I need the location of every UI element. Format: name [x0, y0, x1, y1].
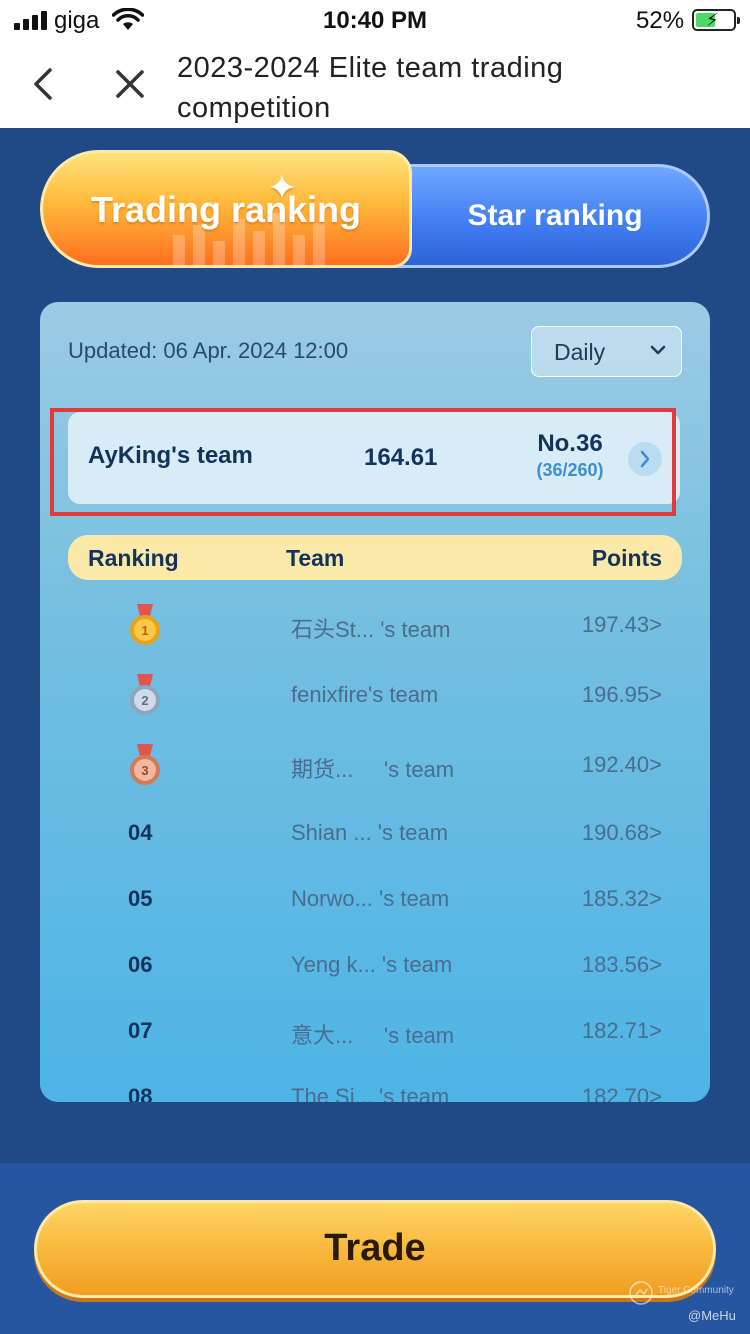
table-row[interactable]: 3 期货... 's team 192.40> — [40, 738, 710, 788]
charging-icon: ⚡ — [706, 10, 719, 30]
gold-medal-icon: 1 — [130, 604, 160, 645]
tab-trading-ranking[interactable]: Trading ranking ✦ ✦ — [40, 150, 412, 268]
trade-button[interactable]: Trade — [34, 1200, 716, 1298]
team-name: Shian ... 's team — [291, 820, 449, 845]
header-points: Points — [591, 545, 662, 571]
team-points: 192.40> — [581, 752, 662, 777]
rank-number: 08 — [128, 1084, 153, 1102]
rank-number: 04 — [128, 820, 153, 845]
sparkle-icon: ✦ — [266, 167, 298, 208]
team-name: 期货... 's team — [291, 757, 455, 782]
sparkle-icon: ✦ — [373, 239, 409, 253]
table-header: Ranking Team Points — [68, 535, 682, 580]
nav-bar: 2023-2024 Elite team trading competition — [0, 40, 750, 128]
page-title: 2023-2024 Elite team trading competition — [177, 52, 564, 124]
team-points: 185.32> — [581, 886, 662, 911]
period-dropdown[interactable]: Daily — [531, 326, 682, 377]
table-row[interactable]: 05 Norwo... 's team 185.32> — [40, 872, 710, 922]
team-points: 196.95> — [581, 682, 662, 707]
rank-number: 06 — [128, 952, 153, 977]
status-bar: giga 10:40 PM 52% ⚡ — [0, 0, 750, 40]
team-name: 意大... 's team — [291, 1023, 455, 1048]
table-row[interactable]: 07 意大... 's team 182.71> — [40, 1004, 710, 1054]
team-name: The Si... 's team — [291, 1084, 450, 1102]
svg-text:1: 1 — [141, 623, 148, 638]
table-row[interactable]: 1 石头St... 's team 197.43> — [40, 598, 710, 648]
svg-text:2: 2 — [141, 693, 148, 708]
watermark-author: @MeHu — [688, 1308, 736, 1323]
period-value: Daily — [554, 339, 606, 365]
team-points: 183.56> — [581, 952, 662, 977]
team-name: 石头St... 's team — [291, 617, 451, 642]
updated-time: Updated: 06 Apr. 2024 12:00 — [68, 338, 349, 363]
tab-label: Star ranking — [467, 199, 643, 232]
header-team: Team — [286, 545, 345, 571]
rank-number: 07 — [128, 1018, 153, 1043]
table-row[interactable]: 04 Shian ... 's team 190.68> — [40, 806, 710, 856]
table-row[interactable]: 06 Yeng k... 's team 183.56> — [40, 938, 710, 988]
watermark-logo: Tiger Community — [658, 1285, 734, 1296]
back-icon[interactable] — [26, 62, 62, 106]
battery-percent: 52% — [636, 7, 685, 34]
watermark: Tiger Community @MeHu — [628, 1280, 740, 1330]
table-row[interactable]: 08 The Si... 's team 182.70> — [40, 1070, 710, 1102]
trade-button-label: Trade — [324, 1227, 426, 1269]
team-points: 197.43> — [581, 612, 662, 637]
team-points: 182.71> — [581, 1018, 662, 1043]
rank-number: 05 — [128, 886, 153, 911]
header-ranking: Ranking — [88, 545, 179, 571]
svg-text:3: 3 — [141, 763, 148, 778]
team-points: 190.68> — [581, 820, 662, 845]
battery-icon: ⚡ — [692, 9, 740, 31]
close-icon[interactable] — [110, 62, 150, 106]
ranking-tabs: Star ranking Trading ranking ✦ ✦ — [40, 150, 710, 270]
team-points: 182.70> — [581, 1084, 662, 1102]
tiger-logo-icon — [629, 1281, 653, 1305]
team-name: Norwo... 's team — [291, 886, 450, 911]
table-row[interactable]: 2 fenixfire's team 196.95> — [40, 668, 710, 718]
team-name: fenixfire's team — [291, 682, 439, 707]
bronze-medal-icon: 3 — [130, 744, 160, 785]
chevron-down-icon — [650, 345, 666, 355]
silver-medal-icon: 2 — [130, 674, 160, 715]
highlight-box — [50, 408, 676, 516]
team-name: Yeng k... 's team — [291, 952, 453, 977]
